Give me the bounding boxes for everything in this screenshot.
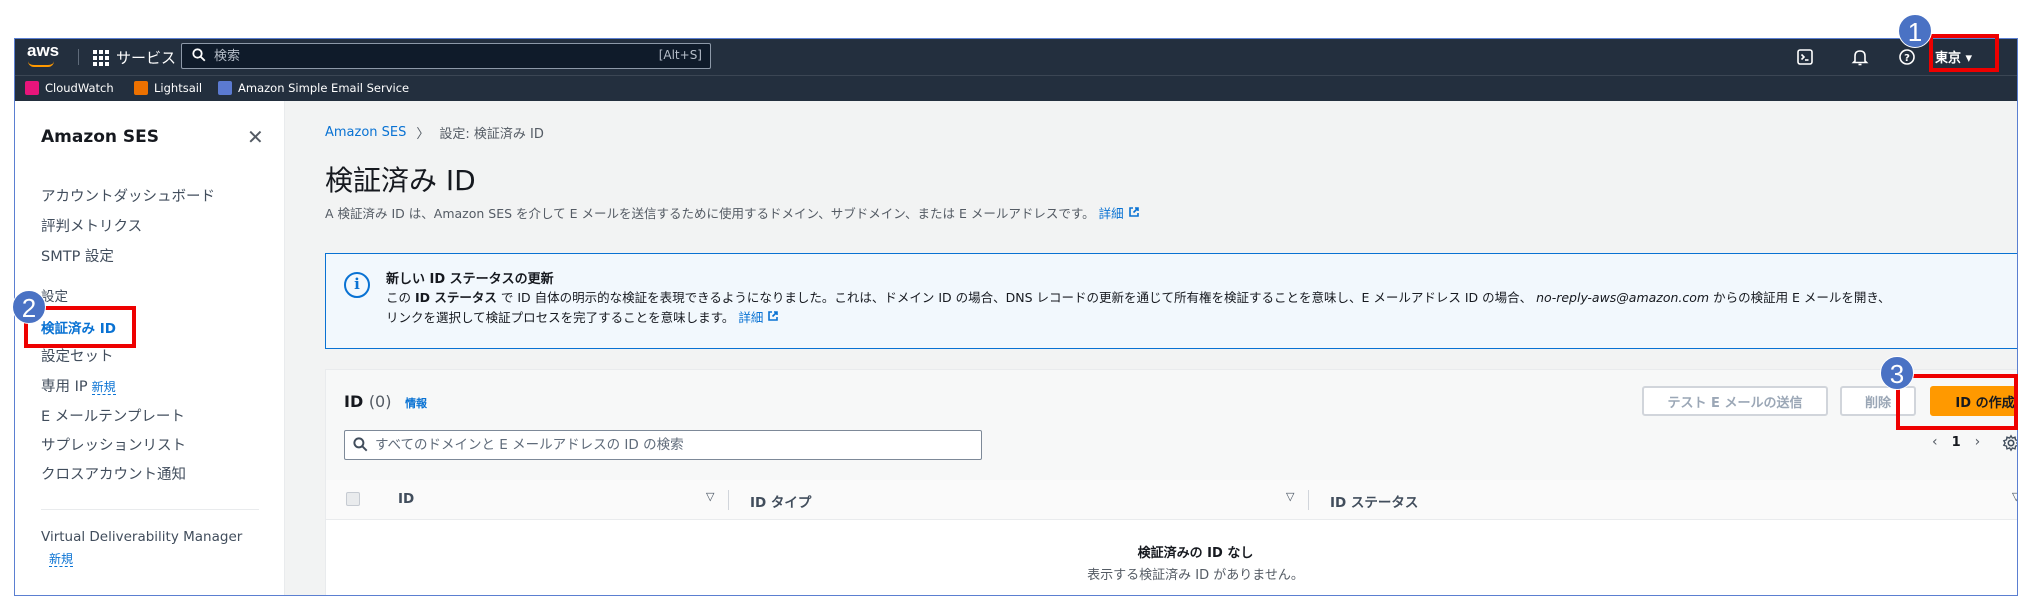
bell-icon[interactable] [1850,47,1870,67]
external-link-icon [768,311,779,321]
column-divider[interactable] [1308,490,1309,510]
pagination: ‹ 1 › [1932,434,1980,450]
chevron-left-icon[interactable]: ‹ [1932,434,1938,450]
breadcrumb: Amazon SES 〉 設定: 検証済み ID [325,123,544,142]
sidebar-item-account-dashboard[interactable]: アカウントダッシュボード [41,185,215,206]
sidebar-item-suppression-list[interactable]: サプレッションリスト [41,434,186,455]
identity-search[interactable] [344,430,982,460]
sort-icon[interactable]: ▽ [706,490,714,503]
favorite-label: Amazon Simple Email Service [238,81,410,95]
send-test-email-button[interactable]: テスト E メールの送信 [1642,386,1828,416]
info-link[interactable]: 情報 [405,397,427,410]
identity-search-input[interactable] [375,436,955,454]
empty-state-title: 検証済みの ID なし [1137,546,1254,561]
services-menu-button[interactable]: サービス [93,47,176,68]
info-alert-body: この ID ステータス で ID 自体の明示的な検証を表現できるようになりました… [386,288,1986,328]
highlight-region-selector [1929,34,1999,72]
favorite-cloudwatch[interactable]: CloudWatch [25,81,114,95]
search-icon [353,437,368,452]
aws-logo-text: aws [27,41,60,60]
sort-icon[interactable]: ▽ [2012,490,2017,503]
global-search-input[interactable] [214,47,614,65]
sidebar-item-smtp-settings[interactable]: SMTP 設定 [41,245,114,266]
new-badge: 新規 [49,552,74,567]
favorite-lightsail[interactable]: Lightsail [134,81,202,95]
info-icon: i [344,272,370,298]
cloudwatch-icon [25,81,39,95]
page-description: A 検証済み ID は、Amazon SES を介して E メールを送信するため… [325,203,1140,222]
identities-table-panel: ID (0) 情報 テスト E メールの送信 削除 ID の作成 ‹ 1 › [325,369,2018,595]
lightsail-icon [134,81,148,95]
sidebar-item-label: 専用 IP [41,379,88,395]
table-header-area: ID (0) 情報 テスト E メールの送信 削除 ID の作成 ‹ 1 › [326,370,2018,480]
sort-icon[interactable]: ▽ [1286,490,1294,503]
highlight-create-identity [1896,374,2018,430]
table-count: (0) [368,392,392,411]
divider [41,509,259,510]
table-title: ID (0) 情報 [344,392,427,411]
description-text: A 検証済み ID は、Amazon SES を介して E メールを送信するため… [325,206,1095,221]
services-label: サービス [116,49,177,67]
favorite-ses[interactable]: Amazon Simple Email Service [218,81,409,95]
favorites-bar: CloudWatch Lightsail Amazon Simple Email… [15,75,2017,101]
info-text-bold: ID ステータス [414,290,497,305]
column-header-id-type[interactable]: ID タイプ [750,491,811,511]
info-text-email: no-reply-aws@amazon.com [1536,290,1710,305]
sidebar-item-vdm[interactable]: Virtual Deliverability Manager [41,529,242,545]
info-text: で ID 自体の明示的な検証を表現できるようになりました。これは、ドメイン ID… [496,290,1533,305]
column-header-id-status[interactable]: ID ステータス [1330,491,1418,511]
global-search[interactable]: [Alt+S] [181,43,711,69]
empty-state-description: 表示する検証済み ID がありません。 [1087,568,1304,583]
sidebar-item-reputation-metrics[interactable]: 評判メトリクス [41,215,142,236]
divider [78,49,79,65]
info-alert: i 新しい ID ステータスの更新 この ID ステータス で ID 自体の明示… [325,253,2017,349]
favorite-label: Lightsail [154,81,203,95]
close-icon[interactable]: ✕ [247,125,264,149]
breadcrumb-link-ses[interactable]: Amazon SES [325,125,406,140]
chevron-right-icon[interactable]: › [1975,434,1981,450]
page-title: 検証済み ID [325,164,476,197]
info-alert-title: 新しい ID ステータスの更新 [386,272,554,287]
step-marker-2: 2 [12,290,46,324]
top-navigation: aws サービス [Alt+S] ? 東京 ▾ [15,39,2017,75]
breadcrumb-current: 設定: 検証済み ID [439,127,544,142]
step-marker-3: 3 [1880,356,1914,390]
sidebar-item-cross-account-notifications[interactable]: クロスアカウント通知 [41,463,186,484]
learn-more-label: 詳細 [1098,206,1124,221]
favorite-label: CloudWatch [45,81,114,95]
learn-more-link[interactable]: 詳細 [1099,206,1140,221]
column-divider[interactable] [728,490,729,510]
chevron-right-icon: 〉 [416,127,430,142]
cloudshell-icon[interactable] [1795,47,1815,67]
console-frame: aws サービス [Alt+S] ? 東京 ▾ CloudWatch Light… [14,38,2018,596]
ses-icon [218,81,232,95]
page-number[interactable]: 1 [1952,435,1961,450]
table-title-text: ID [344,392,364,411]
side-navigation: Amazon SES ✕ アカウントダッシュボード 評判メトリクス SMTP 設… [15,101,285,595]
gear-icon[interactable] [2002,434,2018,452]
search-icon [192,48,206,62]
vdm-new-badge-wrap: 新規 [41,550,74,567]
table-header-row: ID ▽ ID タイプ ▽ ID ステータス ▽ [326,480,2017,520]
select-all-checkbox[interactable] [346,492,360,506]
search-shortcut-hint: [Alt+S] [658,48,702,62]
external-link-icon [1128,207,1139,217]
learn-more-label: 詳細 [738,310,764,325]
info-text: この [386,290,415,305]
column-header-id[interactable]: ID [398,491,414,507]
step-marker-1: 1 [1898,14,1932,48]
grid-icon [93,49,109,66]
info-text: からの検証用 E メールを開き、 [1709,290,1891,305]
aws-logo[interactable]: aws [27,41,60,67]
info-text: リンクを選択して検証プロセスを完了することを意味します。 [386,310,735,325]
sidebar-title: Amazon SES [41,127,160,147]
svg-text:?: ? [1904,53,1910,64]
sidebar-item-configuration-sets[interactable]: 設定セット [41,345,114,366]
sidebar-item-email-templates[interactable]: E メールテンプレート [41,405,185,426]
main-content: Amazon SES 〉 設定: 検証済み ID 検証済み ID A 検証済み … [285,101,2018,595]
sidebar-item-dedicated-ips[interactable]: 専用 IP 新規 [41,375,116,396]
new-badge: 新規 [91,380,116,395]
info-learn-more-link[interactable]: 詳細 [738,310,779,325]
help-icon[interactable]: ? [1897,47,1917,67]
